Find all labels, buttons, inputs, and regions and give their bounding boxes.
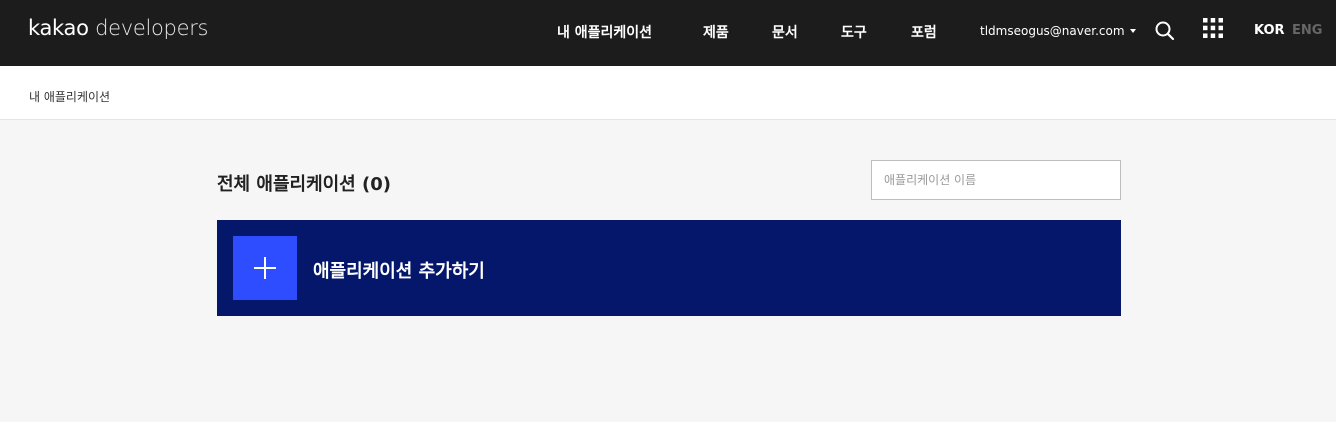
logo-product: developers <box>95 16 209 40</box>
nav-forum[interactable]: 포럼 <box>911 22 937 42</box>
apps-grid-icon[interactable] <box>1203 18 1223 38</box>
breadcrumb[interactable]: 내 애플리케이션 <box>29 88 110 105</box>
logo-brand: kakao <box>28 16 89 40</box>
nav-tools[interactable]: 도구 <box>841 22 867 42</box>
plus-box <box>233 236 297 300</box>
nav-docs[interactable]: 문서 <box>772 22 798 42</box>
application-search-input[interactable] <box>871 160 1121 200</box>
add-application-label: 애플리케이션 추가하기 <box>313 261 485 282</box>
nav-my-applications[interactable]: 내 애플리케이션 <box>557 22 652 42</box>
caret-down-icon <box>1129 29 1136 33</box>
language-eng[interactable]: ENG <box>1292 23 1322 38</box>
kakao-developers-logo[interactable]: kakao developers <box>28 16 208 40</box>
search-icon[interactable] <box>1154 20 1176 42</box>
page-title: 전체 애플리케이션 (0) <box>217 174 391 195</box>
language-kor[interactable]: KOR <box>1254 23 1285 38</box>
top-navigation-bar: kakao developers 내 애플리케이션 제품 문서 도구 포럼 tl… <box>0 0 1336 66</box>
add-application-button[interactable]: 애플리케이션 추가하기 <box>217 220 1121 316</box>
plus-icon <box>254 257 276 279</box>
account-menu[interactable]: tldmseogus@naver.com <box>980 24 1136 38</box>
nav-products[interactable]: 제품 <box>703 22 729 42</box>
breadcrumb-bar: 내 애플리케이션 <box>0 66 1336 120</box>
account-email: tldmseogus@naver.com <box>980 24 1125 38</box>
